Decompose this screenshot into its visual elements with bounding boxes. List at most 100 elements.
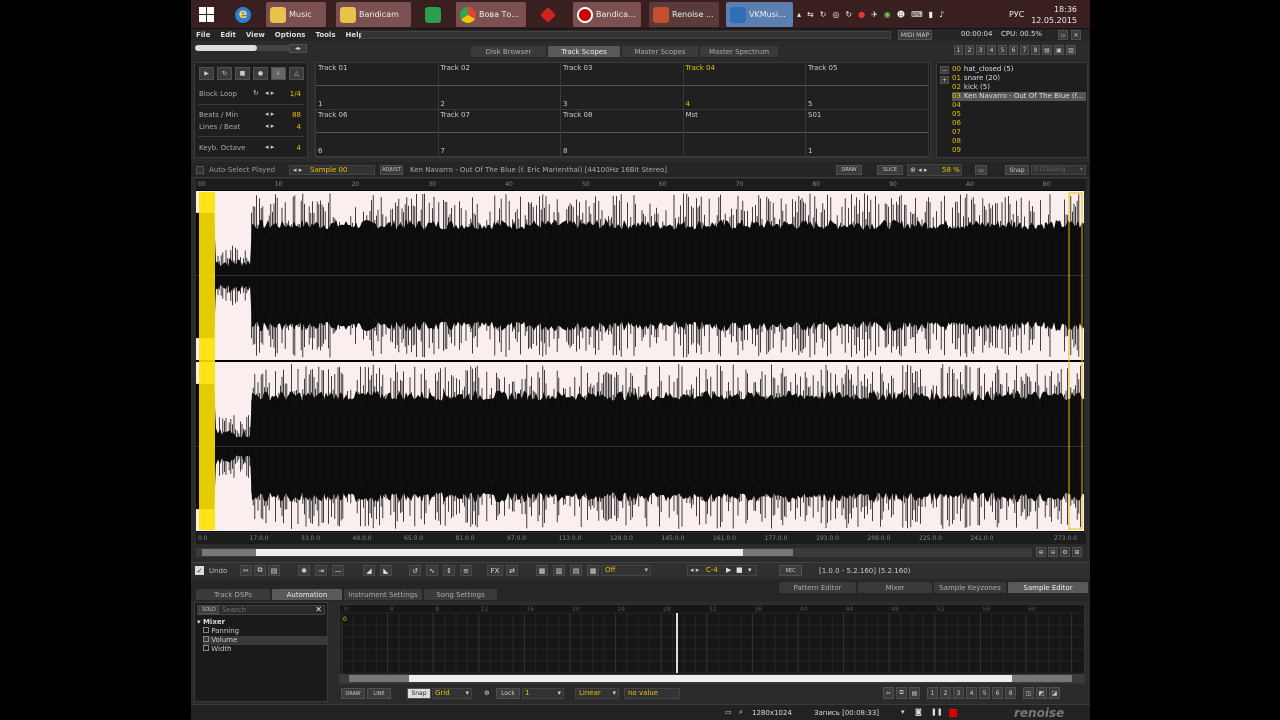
- tab-automation[interactable]: Automation: [272, 589, 342, 600]
- automation-scroll-thumb[interactable]: [409, 675, 1012, 682]
- tray-refresh-icon[interactable]: ↻: [845, 10, 852, 19]
- dropdown-arrow-icon[interactable]: ▾: [901, 708, 905, 716]
- fx-button[interactable]: FX: [487, 565, 503, 576]
- scale-x1-icon[interactable]: 1: [927, 687, 938, 699]
- track-scope[interactable]: Track 02 2: [438, 63, 561, 110]
- param-volume[interactable]: Volume: [203, 636, 327, 645]
- cut-icon[interactable]: ✂: [883, 687, 894, 699]
- automation-scroll-left[interactable]: [349, 675, 409, 682]
- tray-network-icon[interactable]: ▮: [929, 10, 933, 19]
- tab-master-scopes[interactable]: Master Scopes: [622, 46, 698, 57]
- env-tool-1-icon[interactable]: ◫: [1023, 687, 1034, 699]
- automation-grid-select[interactable]: Grid ▾: [432, 688, 472, 699]
- automation-zoom-icon[interactable]: ⊕: [484, 689, 490, 697]
- menu-options[interactable]: Options: [270, 31, 311, 39]
- record-sample-button[interactable]: REC: [779, 565, 802, 576]
- lpb-arrows[interactable]: ◂ ▸: [265, 122, 274, 130]
- track-scope[interactable]: Track 04 4: [683, 63, 806, 110]
- env-tool-2-icon[interactable]: ◩: [1036, 687, 1047, 699]
- undo-checkbox[interactable]: ✓: [195, 566, 204, 575]
- track-scope[interactable]: Track 05 5: [806, 63, 929, 110]
- menu-edit[interactable]: Edit: [215, 31, 241, 39]
- app-shortcut-button[interactable]: [536, 2, 562, 27]
- menu-tools[interactable]: Tools: [310, 31, 340, 39]
- waveform-view[interactable]: [196, 190, 1084, 532]
- scrollbar-thumb-left[interactable]: [202, 549, 257, 556]
- clear-search-icon[interactable]: ✕: [315, 605, 322, 614]
- param-checkbox[interactable]: [203, 636, 209, 642]
- window-close-button[interactable]: ✕: [1071, 30, 1081, 40]
- layout-preset-7[interactable]: 7: [1020, 45, 1029, 55]
- tab-master-spectrum[interactable]: Master Spectrum: [700, 46, 778, 57]
- tray-chrome-icon[interactable]: ◉: [884, 10, 891, 19]
- reverse-icon[interactable]: ⇄: [506, 565, 518, 576]
- waveform-scrollbar[interactable]: [196, 548, 1032, 557]
- bpm-value[interactable]: 88: [283, 111, 301, 119]
- scale-x2-icon[interactable]: 2: [940, 687, 951, 699]
- calculator-app-button[interactable]: [421, 2, 447, 27]
- tray-bandicam-icon[interactable]: ●: [858, 10, 865, 19]
- cut-icon[interactable]: ✂: [240, 565, 252, 576]
- scale-x8-icon[interactable]: 8: [1005, 687, 1016, 699]
- layout-preset-6[interactable]: 6: [1009, 45, 1018, 55]
- instrument-item[interactable]: 03 Ken Navarro - Out Of The Blue (f...: [952, 92, 1086, 101]
- taskbar-music-button[interactable]: Music: [266, 2, 326, 27]
- record-button[interactable]: ●: [253, 67, 268, 80]
- automation-snap-button[interactable]: Snap: [407, 688, 431, 699]
- paste-icon[interactable]: ▤: [909, 687, 920, 699]
- octave-arrows[interactable]: ◂ ▸: [265, 143, 274, 151]
- instrument-item[interactable]: 06: [952, 119, 1086, 128]
- tray-sync-icon[interactable]: ↻: [820, 10, 827, 19]
- menu-file[interactable]: File: [191, 31, 215, 39]
- lines-per-beat-value[interactable]: 4: [283, 123, 301, 131]
- track-scope[interactable]: Mst: [683, 110, 806, 157]
- automation-lock-select[interactable]: 1 ▾: [522, 688, 564, 699]
- param-width[interactable]: Width: [203, 645, 327, 654]
- taskbar-renoise-button[interactable]: Renoise ...: [649, 2, 719, 27]
- scale-x4-icon[interactable]: 4: [966, 687, 977, 699]
- tray-keyboard-icon[interactable]: ⌨: [911, 10, 923, 19]
- slice-pattern-icon[interactable]: ▦: [587, 565, 599, 576]
- more-tools-icon[interactable]: ≡: [460, 565, 472, 576]
- search-icon[interactable]: ⌕: [739, 708, 743, 717]
- tab-pattern-editor[interactable]: Pattern Editor: [779, 582, 856, 593]
- tray-arrows-icon[interactable]: ⇆: [807, 10, 814, 19]
- zoom-fit-button[interactable]: ▭: [975, 165, 987, 175]
- stop-recording-icon[interactable]: [949, 709, 957, 717]
- automation-scroll-right[interactable]: [1012, 675, 1072, 682]
- instrument-item[interactable]: 05: [952, 110, 1086, 119]
- parameter-search[interactable]: SOLO ✕: [197, 605, 325, 615]
- grid-icon[interactable]: ▦: [536, 565, 548, 576]
- param-checkbox[interactable]: [203, 627, 209, 633]
- tab-track-scopes[interactable]: Track Scopes: [548, 46, 620, 57]
- sample-selector[interactable]: ◂ ▸ Sample 00: [289, 165, 375, 175]
- zoom-out-icon[interactable]: ⊖: [1048, 547, 1058, 557]
- preview-stop-icon[interactable]: ■: [736, 566, 743, 574]
- block-loop-arrows[interactable]: ◂ ▸: [265, 89, 274, 97]
- instrument-item[interactable]: 02 kick (5): [952, 83, 1086, 92]
- toggle-lower-panel-icon[interactable]: ▣: [1054, 45, 1064, 55]
- zoom-settings-icon[interactable]: ⚙: [1060, 547, 1070, 557]
- auto-select-checkbox[interactable]: [196, 166, 204, 174]
- tab-disk-browser[interactable]: Disk Browser: [471, 46, 546, 57]
- taskbar-bandicam-button[interactable]: Bandica...: [573, 2, 641, 27]
- bpm-arrows[interactable]: ◂ ▸: [265, 110, 274, 118]
- automation-scrollbar[interactable]: [339, 674, 1085, 683]
- parameter-search-input[interactable]: [222, 606, 312, 614]
- tray-expand-icon[interactable]: ▴: [797, 10, 801, 19]
- adjust-button[interactable]: ADJUST: [380, 165, 403, 175]
- slice-grid-icon[interactable]: ▥: [553, 565, 565, 576]
- slice-list-icon[interactable]: ▤: [570, 565, 582, 576]
- tray-user-icon[interactable]: ☻: [897, 10, 905, 19]
- window-restore-button[interactable]: ▫: [1058, 30, 1068, 40]
- scrollbar-thumb-right[interactable]: [743, 549, 793, 556]
- crossfade-icon[interactable]: ✱: [298, 565, 310, 576]
- instrument-add-button[interactable]: +: [940, 76, 949, 84]
- taskbar-clock[interactable]: 18:36 12.05.2015: [1031, 0, 1077, 29]
- zoom-in-icon[interactable]: ⊕: [1036, 547, 1046, 557]
- toggle-panel-icon[interactable]: ▤: [1042, 45, 1052, 55]
- loop-mode-select[interactable]: Off ▾: [601, 565, 651, 576]
- display-icon[interactable]: ▭: [725, 708, 732, 716]
- taskbar-bandicam-folder-button[interactable]: Bandicam: [336, 2, 411, 27]
- silence-icon[interactable]: —: [332, 565, 344, 576]
